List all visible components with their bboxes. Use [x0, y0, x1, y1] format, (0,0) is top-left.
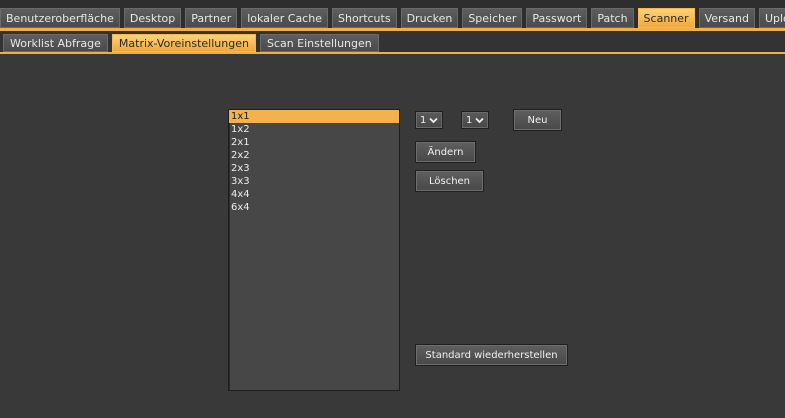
tab-label: Desktop — [129, 11, 176, 25]
tab-patch[interactable]: Patch — [591, 8, 634, 28]
rows-select-value: 1 — [420, 114, 427, 126]
sub-tab-bar: Worklist Abfrage Matrix-Voreinstellungen… — [0, 31, 785, 53]
list-item[interactable]: 1x1 — [229, 110, 399, 123]
chevron-down-icon — [475, 116, 484, 125]
tab-label: Scan Einstellungen — [266, 36, 372, 50]
tab-scan-einstellungen[interactable]: Scan Einstellungen — [259, 34, 379, 52]
tab-scanner[interactable]: Scanner — [637, 8, 695, 28]
tab-label: Partner — [191, 11, 232, 25]
sub-tab-strip: Worklist Abfrage Matrix-Voreinstellungen… — [3, 34, 379, 52]
list-item[interactable]: 2x1 — [229, 136, 399, 149]
tab-label: Scanner — [643, 11, 689, 25]
list-item[interactable]: 4x4 — [229, 188, 399, 201]
tab-drucken[interactable]: Drucken — [400, 8, 459, 28]
tab-desktop[interactable]: Desktop — [123, 8, 182, 28]
tab-label: Versand — [704, 11, 749, 25]
cols-select-value: 1 — [466, 114, 473, 126]
restore-defaults-button-label: Standard wiederherstellen — [425, 349, 558, 361]
tab-label: Drucken — [406, 11, 453, 25]
tab-partner[interactable]: Partner — [185, 8, 238, 28]
tab-label: Matrix-Voreinstellungen — [118, 36, 249, 50]
tab-shortcuts[interactable]: Shortcuts — [331, 8, 397, 28]
delete-button[interactable]: Löschen — [415, 170, 484, 192]
tab-label: Patch — [597, 11, 628, 25]
tab-label: Shortcuts — [337, 11, 391, 25]
list-item[interactable]: 3x3 — [229, 175, 399, 188]
tab-label: lokaler Cache — [247, 11, 322, 25]
tab-lokaler-cache[interactable]: lokaler Cache — [241, 8, 328, 28]
tab-speicher[interactable]: Speicher — [462, 8, 523, 28]
tab-matrix-voreinstellungen[interactable]: Matrix-Voreinstellungen — [111, 34, 256, 52]
delete-button-label: Löschen — [428, 175, 471, 187]
tab-worklist-abfrage[interactable]: Worklist Abfrage — [3, 34, 108, 52]
tab-label: Benutzeroberfläche — [6, 11, 114, 25]
new-button[interactable]: Neu — [513, 109, 562, 131]
matrix-settings-panel: 1x1 1x2 2x1 2x2 2x3 3x3 4x4 6x4 1 1 Neu … — [0, 54, 785, 418]
tab-benutzeroberflaeche[interactable]: Benutzeroberfläche — [0, 8, 120, 28]
list-item[interactable]: 2x2 — [229, 149, 399, 162]
tab-label: Passwort — [532, 11, 582, 25]
matrix-list[interactable]: 1x1 1x2 2x1 2x2 2x3 3x3 4x4 6x4 — [228, 109, 400, 391]
settings-window: Benutzeroberfläche Desktop Partner lokal… — [0, 0, 785, 418]
list-item[interactable]: 1x2 — [229, 123, 399, 136]
tab-label: Worklist Abfrage — [10, 36, 101, 50]
rows-select[interactable]: 1 — [415, 111, 443, 129]
restore-defaults-button[interactable]: Standard wiederherstellen — [415, 344, 568, 366]
cols-select[interactable]: 1 — [461, 111, 489, 129]
new-button-label: Neu — [527, 114, 548, 126]
tab-versand[interactable]: Versand — [698, 8, 755, 28]
list-item[interactable]: 2x3 — [229, 162, 399, 175]
list-item[interactable]: 6x4 — [229, 201, 399, 214]
tab-label: Speicher — [468, 11, 517, 25]
tab-passwort[interactable]: Passwort — [526, 8, 588, 28]
chevron-down-icon — [429, 116, 438, 125]
tab-upload[interactable]: Upload — [758, 8, 785, 28]
main-tab-strip: Benutzeroberfläche Desktop Partner lokal… — [0, 8, 785, 28]
change-button[interactable]: Ändern — [415, 141, 476, 163]
tab-label: Upload — [764, 11, 785, 25]
change-button-label: Ändern — [427, 146, 464, 158]
